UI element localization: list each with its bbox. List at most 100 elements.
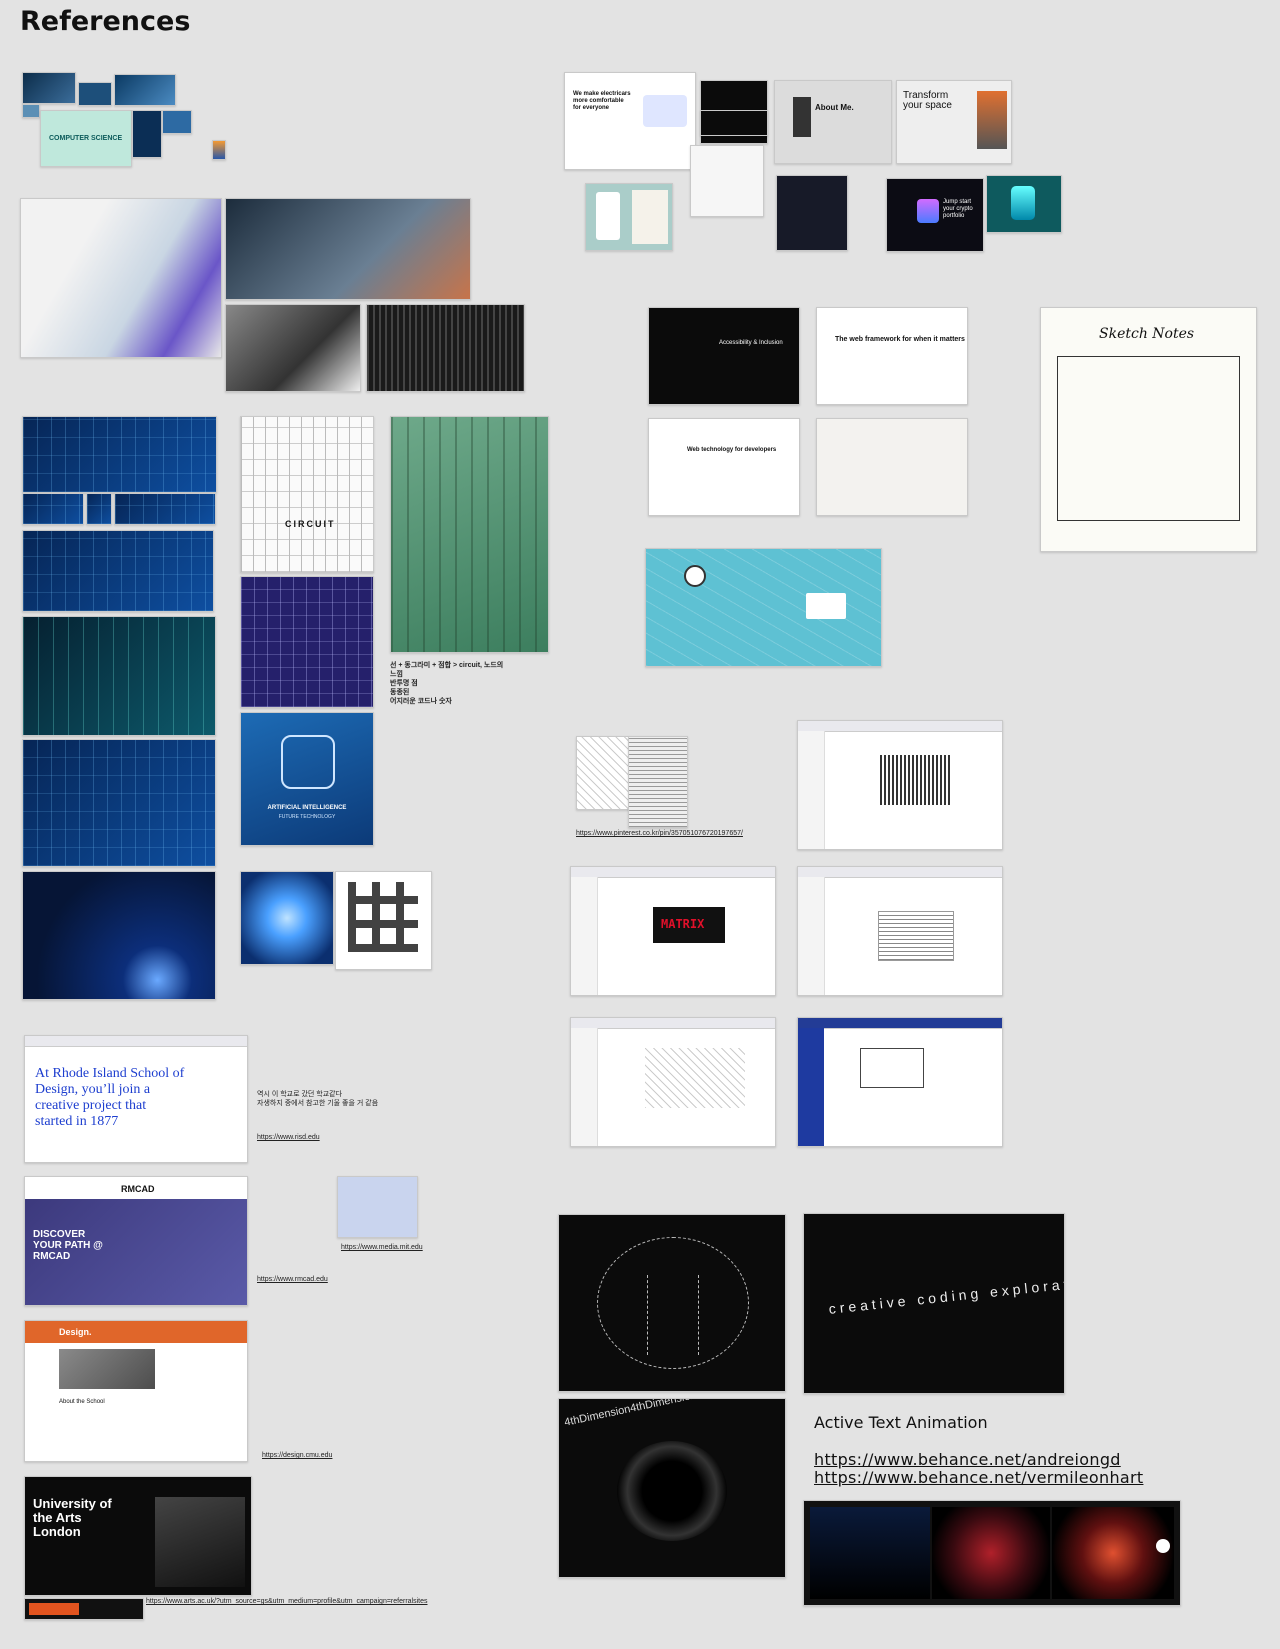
4th-dimension-image[interactable]: 4thDimension4thDimension xyxy=(558,1398,786,1578)
teal-circuit-image[interactable] xyxy=(22,616,216,736)
ual-link[interactable]: https://www.arts.ac.uk/?utm_source=gs&ut… xyxy=(146,1598,428,1605)
glowing-chip-image[interactable] xyxy=(240,871,334,965)
ai-chip-icon xyxy=(281,735,335,789)
ai-title: ARTIFICIAL INTELLIGENCE xyxy=(267,805,347,811)
mit-link[interactable]: https://www.media.mit.edu xyxy=(341,1244,423,1251)
blue-circuit-image[interactable] xyxy=(86,493,112,525)
ai-brain-image[interactable]: ARTIFICIAL INTELLIGENCE FUTURE TECHNOLOG… xyxy=(240,712,374,846)
creative-coding-image[interactable]: creative coding explorations xyxy=(803,1213,1065,1394)
rmcad-link[interactable]: https://www.rmcad.edu xyxy=(257,1276,328,1283)
ascii-animation-strip[interactable] xyxy=(803,1500,1181,1606)
blue-circuit-image[interactable] xyxy=(22,493,84,525)
phone-mockup xyxy=(596,192,620,240)
rmcad-website[interactable]: RMCAD DISCOVER YOUR PATH @ RMCAD xyxy=(24,1176,248,1306)
next-arrow-icon[interactable] xyxy=(1156,1539,1170,1553)
web-framework-label: The web framework for when it matters xyxy=(835,336,965,343)
cmu-link[interactable]: https://design.cmu.edu xyxy=(262,1452,332,1459)
mobile-app-mockup[interactable] xyxy=(585,183,673,251)
teal-3d-site[interactable] xyxy=(986,175,1062,233)
dark-grid-site[interactable] xyxy=(776,175,848,251)
computer-science-thumbnail[interactable]: COMPUTER SCIENCE xyxy=(40,110,132,167)
graduates-photo xyxy=(155,1497,245,1587)
accessibility-site[interactable]: Accessibility & Inclusion xyxy=(648,307,800,405)
ual-headline: University of the Arts London xyxy=(33,1496,112,1539)
ual-footer-thumb[interactable] xyxy=(24,1598,144,1620)
rmcad-headline: DISCOVER YOUR PATH @ RMCAD xyxy=(33,1229,103,1262)
ascii-skeleton xyxy=(1052,1507,1174,1599)
computer-science-collage[interactable] xyxy=(132,110,162,158)
isometric-illustration[interactable] xyxy=(645,548,882,667)
risd-note: 역시 이 학교로 갔던 학교같다 자생하지 중에서 참고한 기울 좋을 거 같음 xyxy=(257,1091,379,1107)
computer-science-collage[interactable] xyxy=(212,140,226,160)
p5-editor-screenshot[interactable]: MATRIX xyxy=(570,866,776,996)
chip-icon-set[interactable] xyxy=(335,871,432,970)
pinterest-pattern[interactable] xyxy=(576,736,630,810)
3d-shape xyxy=(1011,186,1035,220)
ui-mockup[interactable] xyxy=(690,145,764,217)
electric-headline: We make electricars more comfortable for… xyxy=(573,91,631,111)
plain-text-site[interactable] xyxy=(816,418,968,516)
dimension-text: 4thDimension4thDimension xyxy=(563,1398,698,1429)
risd-headline: At Rhode Island School of Design, you’ll… xyxy=(35,1066,185,1129)
about-me-site[interactable]: About Me. xyxy=(774,80,892,164)
pinterest-pattern[interactable] xyxy=(628,736,688,828)
p5-editor-screenshot[interactable] xyxy=(797,1017,1003,1147)
woman-laptop-photo[interactable] xyxy=(20,198,222,358)
electric-car-site[interactable]: We make electricars more comfortable for… xyxy=(564,72,696,170)
risd-website[interactable]: At Rhode Island School of Design, you’ll… xyxy=(24,1035,248,1163)
laptop-illustration xyxy=(806,593,846,619)
sketch-preview xyxy=(645,1048,745,1108)
blue-circuit-image[interactable] xyxy=(22,416,217,493)
behance-link-2[interactable]: https://www.behance.net/vermileonhart xyxy=(814,1468,1143,1487)
behance-link-1[interactable]: https://www.behance.net/andreiongd xyxy=(814,1450,1121,1469)
clock-illustration xyxy=(684,565,706,587)
p5-editor-screenshot[interactable] xyxy=(570,1017,776,1147)
crypto-site[interactable]: Jump start your crypto portfolio xyxy=(886,178,984,252)
computer-science-label: COMPUTER SCIENCE xyxy=(49,135,123,142)
cmu-logo: Design. xyxy=(59,1327,92,1337)
white-circuit-image[interactable]: CIRCUIT xyxy=(240,416,374,573)
web-tech-label: Web technology for developers xyxy=(687,447,777,453)
cmu-header: Design. xyxy=(25,1321,247,1343)
computer-science-collage[interactable] xyxy=(22,72,76,104)
rmcad-header: RMCAD xyxy=(25,1177,247,1199)
keyboard-closeup-photo[interactable] xyxy=(225,304,361,392)
cmu-design-website[interactable]: Design. About the School xyxy=(24,1320,248,1462)
blue-circuit-image[interactable] xyxy=(22,530,214,612)
sketch-grid xyxy=(1057,356,1240,521)
matrix-label: MATRIX xyxy=(661,917,705,931)
ual-orange-banner xyxy=(29,1603,79,1615)
mdn-web-docs-site[interactable]: Web technology for developers xyxy=(648,418,800,516)
interior-design-site[interactable]: Transform your space xyxy=(896,80,1012,164)
ual-website[interactable]: University of the Arts London xyxy=(24,1476,252,1596)
blue-circuit-image[interactable] xyxy=(114,493,216,525)
green-circuit-image[interactable] xyxy=(390,416,549,653)
computer-science-collage[interactable] xyxy=(162,110,192,134)
vortex-core xyxy=(647,1275,699,1355)
page-title: References xyxy=(20,6,191,37)
computer-science-collage[interactable] xyxy=(78,82,112,106)
web-framework-site[interactable]: The web framework for when it matters xyxy=(816,307,968,405)
sketch-notes-photo[interactable]: Sketch Notes xyxy=(1040,307,1257,552)
sketch-notes-label: Sketch Notes xyxy=(1099,326,1195,342)
portrait xyxy=(793,97,811,137)
pinterest-link[interactable]: https://www.pinterest.co.kr/pin/35705107… xyxy=(576,830,743,837)
car-illustration xyxy=(643,95,687,127)
computer-science-collage[interactable] xyxy=(114,74,176,106)
p5-editor-screenshot[interactable] xyxy=(797,720,1003,850)
dark-poster-site[interactable] xyxy=(700,110,768,136)
hands-keyboard-photo[interactable] xyxy=(225,198,471,300)
risd-link[interactable]: https://www.risd.edu xyxy=(257,1134,320,1141)
crypto-label: Jump start your crypto portfolio xyxy=(943,199,973,219)
campus-photo xyxy=(59,1349,155,1389)
chip-icons xyxy=(348,882,418,952)
computer-science-collage[interactable] xyxy=(22,104,40,118)
binary-code-photo[interactable] xyxy=(366,304,525,392)
p5-editor-screenshot[interactable] xyxy=(797,866,1003,996)
purple-circuit-image[interactable] xyxy=(240,576,374,708)
mit-media-lab-website[interactable] xyxy=(337,1176,418,1238)
text-vortex-image[interactable] xyxy=(558,1214,786,1392)
cpu-chip-image[interactable] xyxy=(22,871,216,1000)
blue-circuit-image[interactable] xyxy=(22,739,216,867)
transform-label: Transform your space xyxy=(903,90,952,111)
